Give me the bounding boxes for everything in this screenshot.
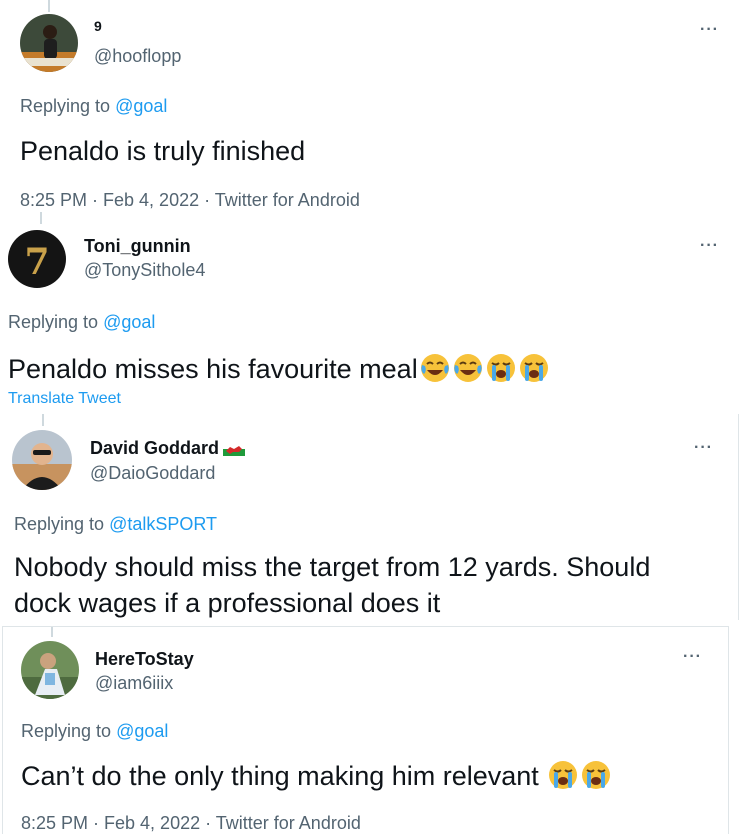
replying-to-label: Replying to xyxy=(20,96,111,116)
thread-line xyxy=(48,0,50,12)
tweet-4[interactable]: HereToStay @iam6iiix ··· Replying to @go… xyxy=(2,626,729,834)
tweet-text-line-1: Nobody should miss the target from 12 ya… xyxy=(14,552,651,582)
handle[interactable]: @hooflopp xyxy=(94,46,181,67)
display-name[interactable]: Toni_gunnin xyxy=(84,236,191,257)
display-name[interactable]: HereToStay xyxy=(95,649,194,670)
avatar[interactable] xyxy=(21,641,79,699)
replying-to-label: Replying to xyxy=(8,312,99,332)
tweet-2[interactable]: 7 Toni_gunnin @TonySithole4 ··· Replying… xyxy=(0,224,740,414)
loudly-crying-face-icon xyxy=(518,352,550,384)
translate-tweet-link[interactable]: Translate Tweet xyxy=(8,390,121,408)
tweet-text: Penaldo is truly finished xyxy=(20,136,306,166)
more-options-icon[interactable]: ··· xyxy=(683,649,702,665)
more-options-icon[interactable]: ··· xyxy=(694,440,713,456)
mention-link[interactable]: @goal xyxy=(115,96,167,116)
tweet-meta[interactable]: 8:25 PM · Feb 4, 2022 · Twitter for Andr… xyxy=(20,190,360,211)
thread-line xyxy=(40,212,42,224)
handle[interactable]: @iam6iiix xyxy=(95,673,173,694)
face-with-tears-of-joy-icon xyxy=(452,352,484,384)
tweet-text-line: Can’t do the only thing making him relev… xyxy=(21,759,612,792)
wales-flag-icon xyxy=(223,440,246,461)
handle[interactable]: @TonySithole4 xyxy=(84,260,205,281)
replying-to-label: Replying to xyxy=(21,721,112,741)
loudly-crying-face-icon xyxy=(485,352,517,384)
face-with-tears-of-joy-icon xyxy=(419,352,451,384)
display-name-row[interactable]: David Goddard xyxy=(90,438,246,461)
avatar[interactable] xyxy=(20,14,78,72)
avatar[interactable]: 7 xyxy=(8,230,66,288)
thread-line xyxy=(51,627,53,637)
tweet-text-line: Penaldo misses his favourite meal xyxy=(8,352,550,385)
card-border xyxy=(738,414,739,620)
replying-to: Replying to @goal xyxy=(21,721,168,742)
thread-line xyxy=(42,414,44,426)
mention-link[interactable]: @goal xyxy=(103,312,155,332)
tweet-meta[interactable]: 8:25 PM · Feb 4, 2022 · Twitter for Andr… xyxy=(21,813,361,834)
tweet-text-line-2: dock wages if a professional does it xyxy=(14,588,441,618)
replying-to: Replying to @goal xyxy=(8,312,155,333)
more-options-icon[interactable]: ··· xyxy=(700,22,719,38)
tweet-1[interactable]: 9 @hooflopp ··· Replying to @goal Penald… xyxy=(0,0,740,224)
loudly-crying-face-icon xyxy=(580,759,612,791)
handle[interactable]: @DaioGoddard xyxy=(90,463,215,484)
mention-link[interactable]: @talkSPORT xyxy=(109,514,217,534)
avatar[interactable] xyxy=(12,430,72,490)
replying-to: Replying to @talkSPORT xyxy=(14,514,217,535)
more-options-icon[interactable]: ··· xyxy=(700,238,719,254)
display-name[interactable]: David Goddard xyxy=(90,438,219,458)
tweet-text: Penaldo misses his favourite meal xyxy=(8,354,418,384)
mention-link[interactable]: @goal xyxy=(116,721,168,741)
replying-to-label: Replying to xyxy=(14,514,105,534)
tweet-text: Can’t do the only thing making him relev… xyxy=(21,761,539,791)
loudly-crying-face-icon xyxy=(547,759,579,791)
tweet-3[interactable]: David Goddard @DaioGoddard ··· Replying … xyxy=(0,414,740,620)
replying-to: Replying to @goal xyxy=(20,96,167,117)
svg-text:7: 7 xyxy=(24,241,49,283)
display-name[interactable]: 9 xyxy=(94,18,102,34)
